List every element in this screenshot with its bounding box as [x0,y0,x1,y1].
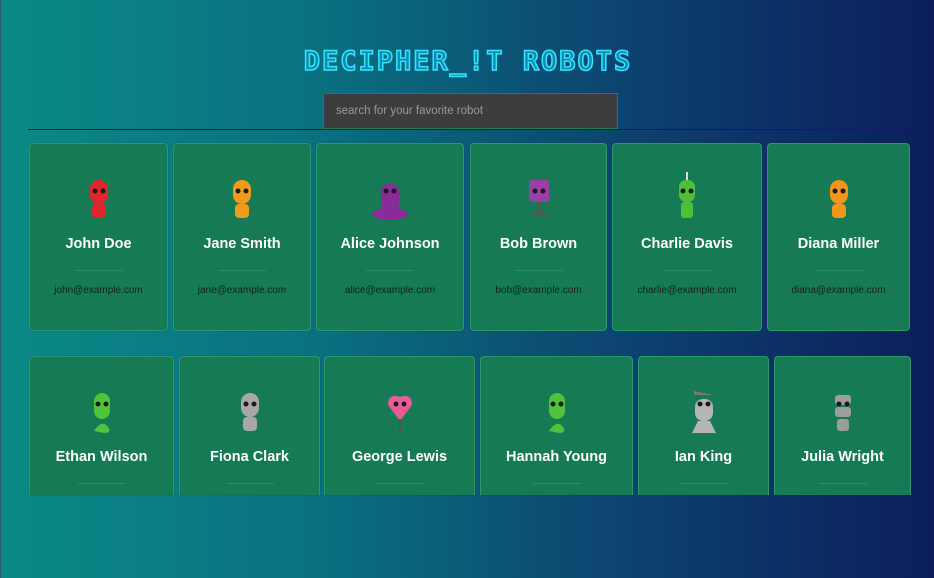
robot-avatar-icon [366,170,414,222]
robot-card[interactable]: Alice Johnson alice@example.com [316,143,464,331]
robot-card[interactable]: Jane Smith jane@example.com [173,143,311,331]
robot-card[interactable]: Bob Brown bob@example.com [470,143,607,331]
robot-name: Ian King [674,449,733,465]
card-separator [77,483,126,484]
header-divider [28,129,912,130]
robot-avatar-icon [819,383,867,435]
robot-card[interactable]: Ethan Wilson [29,356,174,495]
robot-name: Hannah Young [506,449,607,465]
robot-avatar-icon [218,170,266,222]
robot-email: john@example.com [54,285,143,296]
robot-name: Charlie Davis [641,236,733,252]
robot-avatar-icon [815,170,863,222]
robot-name: Diana Miller [797,236,880,252]
robot-name: Julia Wright [801,449,884,465]
robot-card[interactable]: Charlie Davis charlie@example.com [612,143,762,331]
robot-avatar-icon [75,170,123,222]
card-separator [818,483,867,484]
robot-name: George Lewis [351,449,448,465]
search-input[interactable] [323,93,618,129]
robot-name: John Doe [65,236,132,252]
robot-avatar-icon [226,383,274,435]
robot-avatar-icon [663,170,711,222]
card-separator [218,270,266,271]
robot-avatar-icon [533,383,581,435]
card-separator [814,270,863,271]
robot-card[interactable]: George Lewis [324,356,475,495]
robot-email: jane@example.com [197,285,287,296]
card-separator [225,483,274,484]
robot-card[interactable]: Diana Miller diana@example.com [767,143,910,331]
card-separator [679,483,728,484]
robot-card[interactable]: Hannah Young [480,356,633,495]
card-separator [532,483,581,484]
robot-email: charlie@example.com [637,285,737,296]
card-separator [366,270,414,271]
robot-card[interactable]: Julia Wright [774,356,911,495]
robot-name: Ethan Wilson [55,449,148,465]
robot-card[interactable]: John Doe john@example.com [29,143,168,331]
robot-name: Fiona Clark [210,449,289,465]
robot-email: bob@example.com [495,285,582,296]
card-separator [514,270,563,271]
robot-avatar-icon [680,383,728,435]
card-separator [663,270,711,271]
robot-card[interactable]: Ian King [638,356,769,495]
robot-name: Bob Brown [499,236,578,252]
robot-avatar-icon [78,383,126,435]
robot-avatar-icon [376,383,424,435]
robot-email: alice@example.com [344,285,436,296]
robot-name: Jane Smith [203,236,281,252]
card-separator [375,483,424,484]
card-separator [74,270,123,271]
robot-name: Alice Johnson [340,236,440,252]
robot-card[interactable]: Fiona Clark [179,356,320,495]
robot-avatar-icon [515,170,563,222]
page-title: DECIPHER_!T ROBOTS [303,45,633,78]
robot-email: diana@example.com [791,285,886,296]
